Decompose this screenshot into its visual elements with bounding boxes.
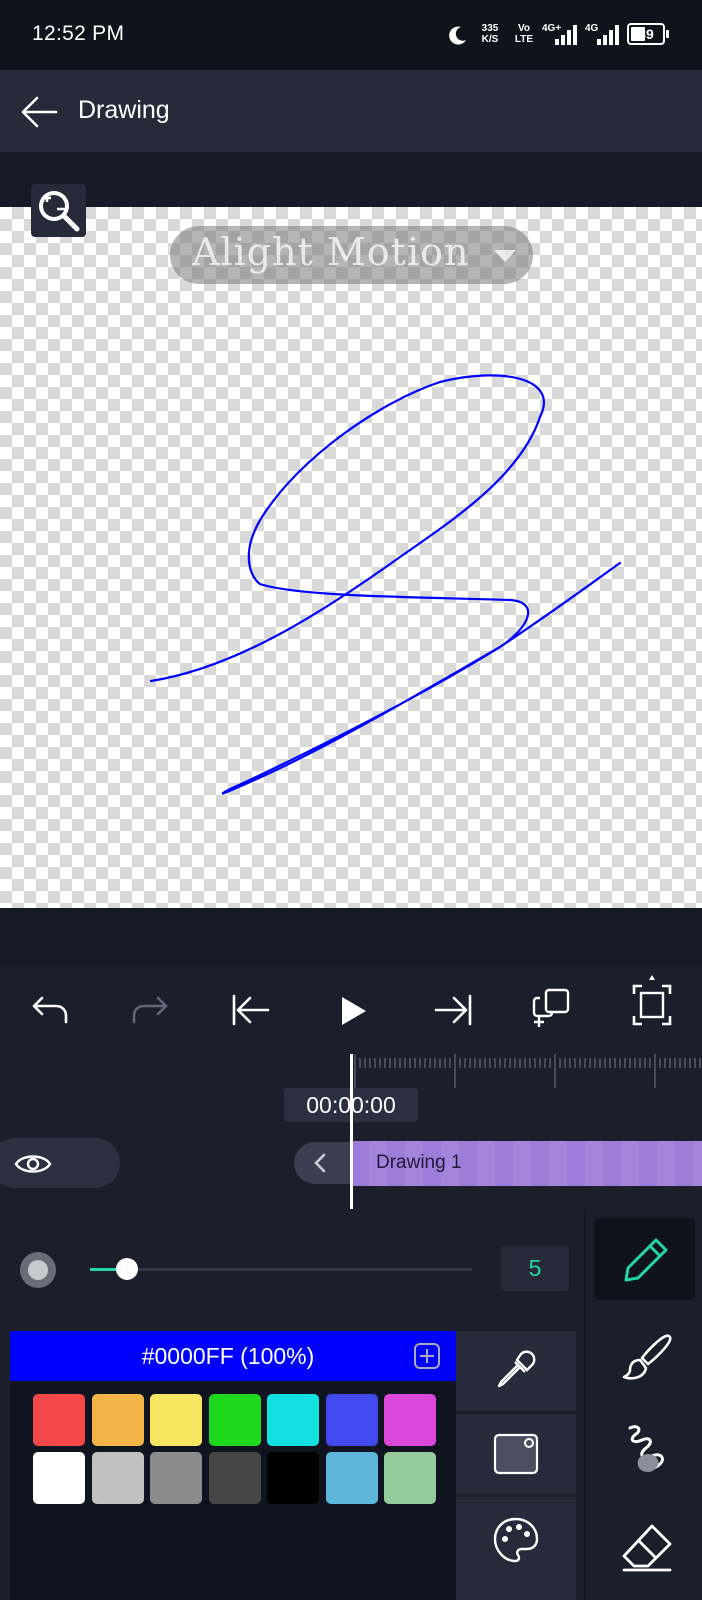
eyedropper-button[interactable]	[456, 1331, 576, 1411]
battery-icon: 39	[627, 23, 665, 45]
color-swatch[interactable]	[267, 1394, 319, 1446]
volte-bottom: LTE	[514, 34, 534, 45]
eraser-icon[interactable]	[618, 1520, 676, 1574]
net-speed: 335 K/S	[478, 23, 502, 45]
color-swatch[interactable]	[33, 1394, 85, 1446]
zoom-icon	[39, 191, 80, 232]
brush-preview-dot	[28, 1260, 48, 1280]
canvas-color-button[interactable]	[456, 1414, 576, 1494]
undo-icon[interactable]	[30, 990, 70, 1030]
color-swatch[interactable]	[208, 1452, 261, 1504]
color-swatch[interactable]	[150, 1452, 202, 1504]
timeline-ruler	[354, 1054, 701, 1088]
color-swatch[interactable]	[91, 1394, 144, 1446]
play-icon[interactable]	[338, 994, 370, 1028]
brush-icon[interactable]	[620, 1330, 674, 1384]
color-swatch[interactable]	[91, 1452, 144, 1504]
canvas-color-icon	[493, 1433, 539, 1475]
chevron-left-icon	[314, 1153, 326, 1173]
redo-icon[interactable]	[130, 990, 170, 1030]
duplicate-icon[interactable]	[530, 986, 574, 1030]
color-swatch[interactable]	[208, 1394, 261, 1446]
signal-icon-sim2	[597, 25, 619, 45]
net-speed-unit: K/S	[481, 34, 499, 45]
plus-icon	[420, 1349, 434, 1363]
palette-icon	[493, 1517, 539, 1563]
volte-indicator: Vo LTE	[514, 23, 534, 45]
playhead[interactable]	[350, 1054, 353, 1211]
color-swatch[interactable]	[267, 1452, 319, 1504]
color-swatch-grid	[10, 1381, 456, 1600]
clip-label: Drawing 1	[376, 1152, 462, 1173]
battery-level: 39	[638, 26, 654, 42]
brush-size-value[interactable]: 5	[501, 1246, 569, 1291]
add-swatch-button[interactable]	[414, 1343, 440, 1369]
color-swatch[interactable]	[325, 1394, 378, 1446]
moon-icon	[449, 26, 466, 45]
drawn-stroke	[149, 374, 622, 795]
color-swatch[interactable]	[384, 1452, 436, 1504]
fit-screen-icon[interactable]	[630, 972, 674, 1030]
back-arrow-icon[interactable]	[20, 95, 58, 129]
palette-button[interactable]	[456, 1497, 576, 1600]
eye-icon	[14, 1155, 52, 1173]
current-color-label: #0000FF (100%)	[141, 1343, 315, 1369]
watermark-text: Alight Motion	[192, 230, 470, 274]
battery-tip	[666, 30, 669, 38]
brush-size-slider[interactable]	[90, 1268, 472, 1271]
signal-icon-sim1	[555, 25, 577, 45]
skip-to-start-icon[interactable]	[230, 990, 272, 1030]
brush-size-slider-thumb[interactable]	[116, 1258, 138, 1280]
color-swatch[interactable]	[150, 1394, 202, 1446]
status-time: 12:52 PM	[32, 22, 125, 45]
color-swatch[interactable]	[384, 1394, 436, 1446]
eyedropper-icon	[497, 1350, 536, 1388]
skip-to-end-icon[interactable]	[432, 990, 474, 1030]
page-title: Drawing	[78, 96, 170, 124]
net-speed-value: 335	[481, 23, 499, 34]
pencil-icon	[624, 1238, 668, 1282]
color-swatch[interactable]	[325, 1452, 378, 1504]
volte-top: Vo	[517, 23, 531, 34]
chevron-down-icon	[494, 250, 516, 262]
smudge-icon[interactable]	[620, 1422, 674, 1476]
color-swatch[interactable]	[33, 1452, 85, 1504]
